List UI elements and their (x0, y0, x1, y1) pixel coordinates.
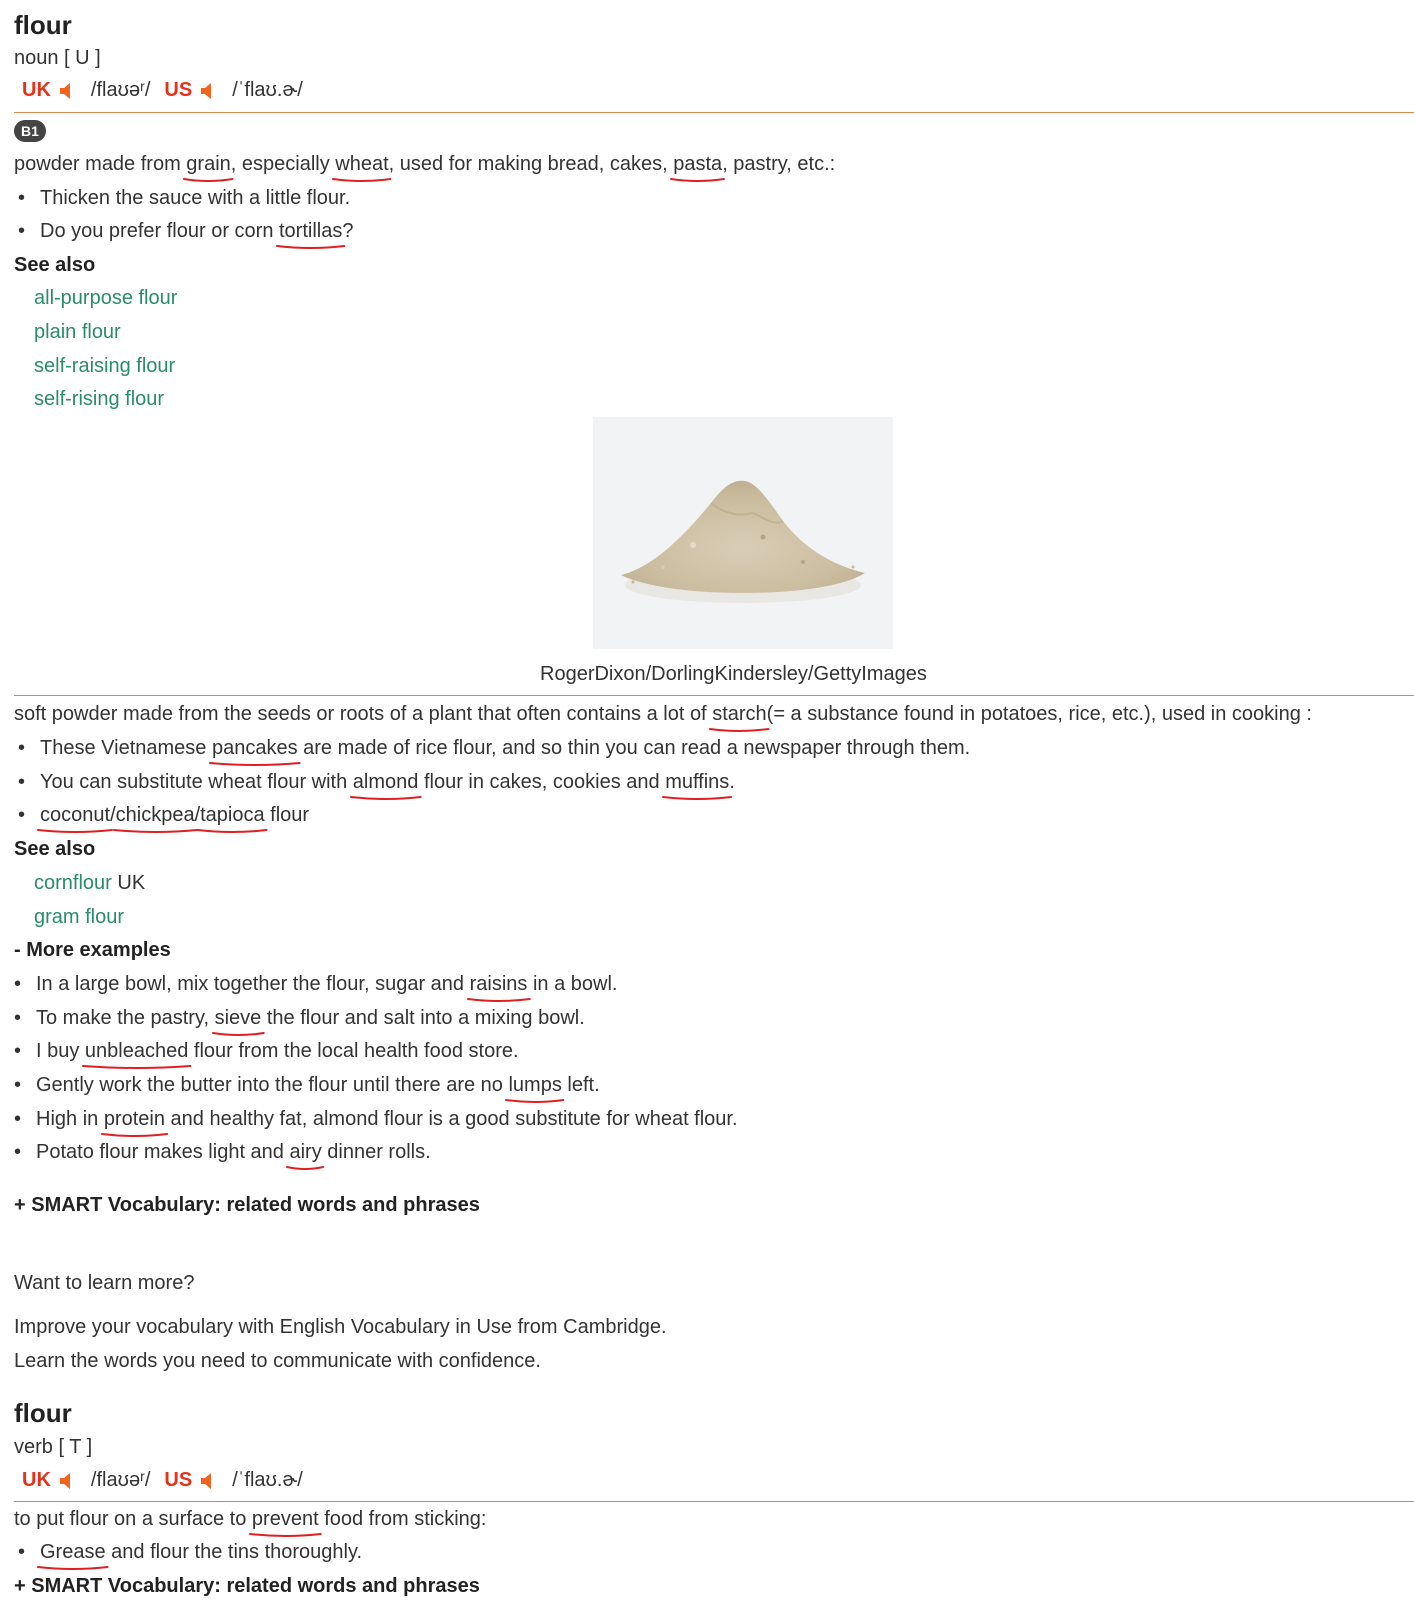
part-of-speech: verb [ T ] (14, 1436, 93, 1458)
underlined-word: tapioca (197, 804, 268, 833)
us-ipa: /ˈflaʊ.ɚ/ (232, 1469, 303, 1491)
promo-line: Learn the words you need to communicate … (14, 1350, 541, 1372)
speaker-icon[interactable] (57, 82, 77, 100)
underline-mark (211, 1032, 265, 1036)
underlined-word: chickpea (112, 804, 198, 833)
underlined-word: prevent (248, 1508, 322, 1537)
divider (14, 112, 1414, 113)
see-also-heading: See also (14, 254, 96, 276)
uk-label: UK (22, 79, 51, 101)
underline-mark (332, 178, 392, 182)
underline-mark (349, 796, 422, 800)
example: • These Vietnamese pancakes are made of r… (18, 737, 970, 766)
dictionary-page: flour noun [ U ] UK /flaʊəʳ/ US /ˈflaʊ.ɚ… (0, 0, 1414, 1616)
definition: soft powder made from the seeds or roots… (14, 703, 1312, 732)
underlined-word: pasta (670, 153, 726, 182)
flour-pile-image (593, 417, 893, 649)
underlined-word: wheat (332, 153, 392, 182)
part-of-speech: noun [ U ] (14, 47, 101, 69)
underlined-word: raisins (466, 973, 531, 1002)
see-also-link[interactable]: self-rising flour (34, 388, 164, 411)
uk-ipa: /flaʊəʳ/ (90, 79, 151, 101)
underlined-word: coconut (37, 804, 114, 833)
example: • coconut/chickpea/tapioca flour (18, 804, 309, 833)
underlined-word: Grease (37, 1541, 109, 1570)
underlined-word: lumps (505, 1074, 565, 1103)
underline-mark (183, 178, 234, 182)
underline-mark (286, 1166, 325, 1170)
more-example: • I buy unbleached flour from the local h… (14, 1040, 519, 1069)
promo-heading: Want to learn more? (14, 1272, 195, 1294)
see-also-link[interactable]: plain flour (34, 321, 121, 344)
example: • You can substitute wheat flour with alm… (18, 771, 735, 800)
speaker-icon[interactable] (198, 82, 218, 100)
more-examples-toggle[interactable]: - More examples (14, 939, 171, 962)
see-also-link[interactable]: self-raising flour (34, 355, 175, 378)
us-label: US (164, 79, 193, 101)
image-credit: RogerDixon/DorlingKindersley/GettyImages (540, 663, 927, 685)
underline-mark (670, 178, 726, 182)
headword: flour (14, 10, 72, 40)
underlined-word: grain (183, 153, 234, 182)
more-example: • Potato flour makes light and airy dinne… (14, 1141, 431, 1170)
example: • Do you prefer flour or corn tortillas? (18, 220, 353, 249)
underlined-word: tortillas (276, 220, 346, 249)
underlined-word: unbleached (81, 1040, 192, 1069)
underline-mark (37, 829, 114, 833)
definition: to put flour on a surface to prevent foo… (14, 1508, 486, 1537)
underline-mark (248, 1533, 322, 1537)
underlined-word: pancakes (208, 737, 301, 766)
underline-mark (505, 1099, 565, 1103)
smart-vocabulary-toggle[interactable]: + SMART Vocabulary: related words and ph… (14, 1194, 480, 1217)
headword: flour (14, 1398, 72, 1428)
underline-mark (208, 762, 301, 766)
smart-vocabulary-toggle[interactable]: + SMART Vocabulary: related words and ph… (14, 1575, 480, 1598)
example: • Grease and flour the tins thoroughly. (18, 1541, 362, 1570)
see-also-link[interactable]: gram flour (34, 906, 124, 929)
underlined-word: sieve (211, 1007, 265, 1036)
underline-mark (466, 998, 531, 1002)
more-example: • To make the pastry, sieve the flour and… (14, 1007, 585, 1036)
underlined-word: muffins (662, 771, 733, 800)
underline-mark (112, 829, 198, 833)
see-also-heading: See also (14, 838, 96, 860)
divider (14, 695, 1414, 696)
us-ipa: /ˈflaʊ.ɚ/ (232, 79, 303, 101)
underline-mark (37, 1566, 109, 1570)
underlined-word: protein (100, 1108, 168, 1137)
underline-mark (276, 245, 346, 249)
definition: powder made from grain, especially wheat… (14, 153, 835, 182)
underlined-word: starch (709, 703, 770, 732)
underlined-word: airy (286, 1141, 325, 1170)
underline-mark (709, 728, 770, 732)
divider (14, 1501, 1414, 1502)
promo-line: Improve your vocabulary with English Voc… (14, 1316, 667, 1338)
uk-label: UK (22, 1469, 51, 1491)
underline-mark (662, 796, 733, 800)
see-also-link[interactable]: cornflour UK (34, 872, 145, 895)
more-example: • High in protein and healthy fat, almond… (14, 1108, 738, 1137)
pronunciation-row: UK /flaʊəʳ/ US /ˈflaʊ.ɚ/ (22, 1469, 317, 1492)
underline-mark (100, 1133, 168, 1137)
speaker-icon[interactable] (198, 1472, 218, 1490)
level-badge: B1 (14, 120, 46, 142)
pronunciation-row: UK /flaʊəʳ/ US /ˈflaʊ.ɚ/ (22, 79, 317, 102)
underline-mark (81, 1065, 192, 1069)
underline-mark (197, 829, 268, 833)
see-also-link[interactable]: all-purpose flour (34, 287, 177, 310)
example: • Thicken the sauce with a little flour. (18, 187, 351, 209)
us-label: US (164, 1469, 193, 1491)
uk-ipa: /flaʊəʳ/ (90, 1469, 151, 1491)
more-example: • Gently work the butter into the flour u… (14, 1074, 600, 1103)
more-example: • In a large bowl, mix together the flour… (14, 973, 617, 1002)
speaker-icon[interactable] (57, 1472, 77, 1490)
underlined-word: almond (349, 771, 422, 800)
